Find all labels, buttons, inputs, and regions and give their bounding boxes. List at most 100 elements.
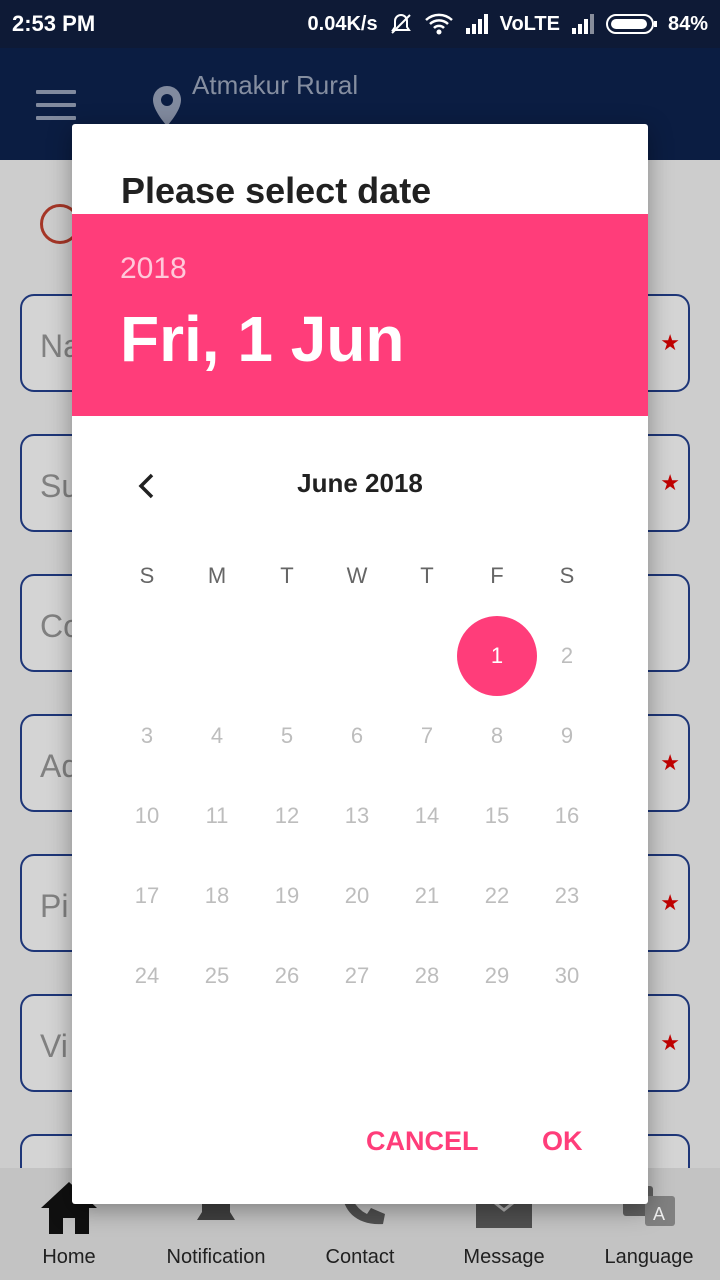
- calendar-day[interactable]: 18: [182, 856, 252, 936]
- calendar-week-row: 24 25 26 27 28 29 30: [112, 936, 602, 1016]
- calendar-day[interactable]: 4: [182, 696, 252, 776]
- day-number: 22: [484, 883, 510, 908]
- weekday-label: F: [490, 563, 504, 588]
- day-number: 29: [484, 963, 510, 988]
- calendar-empty-cell: [182, 616, 252, 696]
- weekday-label: T: [280, 563, 294, 588]
- calendar-day[interactable]: 15: [462, 776, 532, 856]
- weekday-label: T: [420, 563, 434, 588]
- day-number: 11: [205, 803, 229, 828]
- weekday-label: M: [207, 563, 227, 588]
- calendar-day[interactable]: 20: [322, 856, 392, 936]
- calendar-week-row: 3 4 5 6 7 8 9: [112, 696, 602, 776]
- calendar-day[interactable]: 17: [112, 856, 182, 936]
- calendar-empty-cell: [322, 616, 392, 696]
- calendar-day[interactable]: 22: [462, 856, 532, 936]
- day-number: 23: [554, 883, 580, 908]
- day-number: 6: [350, 723, 364, 748]
- network-speed: 0.04K/s: [307, 12, 378, 35]
- calendar-week-row: 10 11 12 13 14 15 16: [112, 776, 602, 856]
- header-year[interactable]: 2018: [120, 252, 187, 286]
- day-number: 8: [490, 723, 504, 748]
- day-number: 4: [210, 723, 224, 748]
- day-number: 20: [344, 883, 370, 908]
- wifi-icon: [424, 12, 454, 36]
- status-indicators: 0.04K/s VoLTE 84%: [308, 11, 708, 37]
- network-type: VoLTE: [499, 12, 560, 35]
- calendar-day[interactable]: 10: [112, 776, 182, 856]
- day-number: 27: [344, 963, 370, 988]
- ok-button[interactable]: OK: [542, 1126, 583, 1157]
- header-date[interactable]: Fri, 1 Jun: [120, 302, 405, 376]
- calendar-day[interactable]: 8: [462, 696, 532, 776]
- calendar-day[interactable]: 7: [392, 696, 462, 776]
- calendar-day[interactable]: 13: [322, 776, 392, 856]
- day-number: 17: [134, 883, 160, 908]
- calendar-day[interactable]: 26: [252, 936, 322, 1016]
- day-number: 5: [280, 723, 294, 748]
- cancel-button[interactable]: CANCEL: [366, 1126, 479, 1157]
- day-number: 21: [414, 883, 440, 908]
- battery-icon: [605, 13, 658, 35]
- day-number: 30: [554, 963, 580, 988]
- day-number: 26: [274, 963, 300, 988]
- weekday-label: S: [139, 563, 155, 588]
- calendar-day[interactable]: 1: [457, 616, 537, 696]
- date-picker-dialog: Please select date 2018 Fri, 1 Jun June …: [72, 124, 648, 1204]
- date-header: 2018 Fri, 1 Jun: [72, 214, 648, 416]
- day-number: 16: [554, 803, 580, 828]
- day-number: 13: [344, 803, 370, 828]
- calendar-day[interactable]: 2: [532, 616, 602, 696]
- weekday-label: S: [559, 563, 575, 588]
- day-number: 3: [140, 723, 154, 748]
- mute-icon: [388, 11, 414, 37]
- status-bar: 2:53 PM 0.04K/s VoLTE 84%: [0, 0, 720, 48]
- calendar-empty-cell: [252, 616, 322, 696]
- day-number: 10: [134, 803, 160, 828]
- calendar-day[interactable]: 25: [182, 936, 252, 1016]
- calendar-day[interactable]: 21: [392, 856, 462, 936]
- day-number: 14: [414, 803, 440, 828]
- chevron-left-icon: [138, 473, 154, 499]
- calendar-day[interactable]: 14: [392, 776, 462, 856]
- calendar-day[interactable]: 23: [532, 856, 602, 936]
- day-number: 7: [420, 723, 434, 748]
- calendar-day[interactable]: 3: [112, 696, 182, 776]
- weekday-header-row: SMTWTFS: [112, 536, 602, 616]
- signal-icon-2: [570, 13, 596, 35]
- calendar-day[interactable]: 6: [322, 696, 392, 776]
- calendar-grid: SMTWTFS 1 2 3 4 5 6 7 8 9 10 11 12 13 14 15 16 17 18 19 20 2…: [112, 536, 602, 1016]
- day-number: 1: [490, 643, 504, 668]
- day-number: 19: [274, 883, 300, 908]
- status-time: 2:53 PM: [12, 11, 96, 36]
- prev-month-button[interactable]: [128, 468, 164, 504]
- weekday-label: W: [346, 563, 368, 588]
- day-number: 9: [560, 723, 574, 748]
- day-number: 12: [274, 803, 300, 828]
- day-number: 25: [204, 963, 230, 988]
- calendar-day[interactable]: 9: [532, 696, 602, 776]
- calendar-day[interactable]: 11: [182, 776, 252, 856]
- day-number: 2: [560, 643, 574, 668]
- signal-icon: [464, 13, 490, 35]
- day-number: 24: [134, 963, 160, 988]
- calendar-week-row: 17 18 19 20 21 22 23: [112, 856, 602, 936]
- calendar-day[interactable]: 30: [532, 936, 602, 1016]
- calendar-day[interactable]: 29: [462, 936, 532, 1016]
- battery-level: 84%: [667, 12, 708, 35]
- dialog-title: Please select date: [121, 170, 432, 211]
- dialog-actions: CANCEL OK: [72, 1126, 648, 1176]
- calendar-day[interactable]: 5: [252, 696, 322, 776]
- calendar-empty-cell: [112, 616, 182, 696]
- day-number: 15: [484, 803, 510, 828]
- calendar-day[interactable]: 12: [252, 776, 322, 856]
- calendar-day[interactable]: 28: [392, 936, 462, 1016]
- calendar-day[interactable]: 19: [252, 856, 322, 936]
- calendar-week-row: 12: [112, 616, 602, 696]
- day-number: 18: [204, 883, 230, 908]
- calendar-day[interactable]: 16: [532, 776, 602, 856]
- calendar-day[interactable]: 27: [322, 936, 392, 1016]
- calendar-empty-cell: [392, 616, 462, 696]
- calendar-day[interactable]: 24: [112, 936, 182, 1016]
- day-number: 28: [414, 963, 440, 988]
